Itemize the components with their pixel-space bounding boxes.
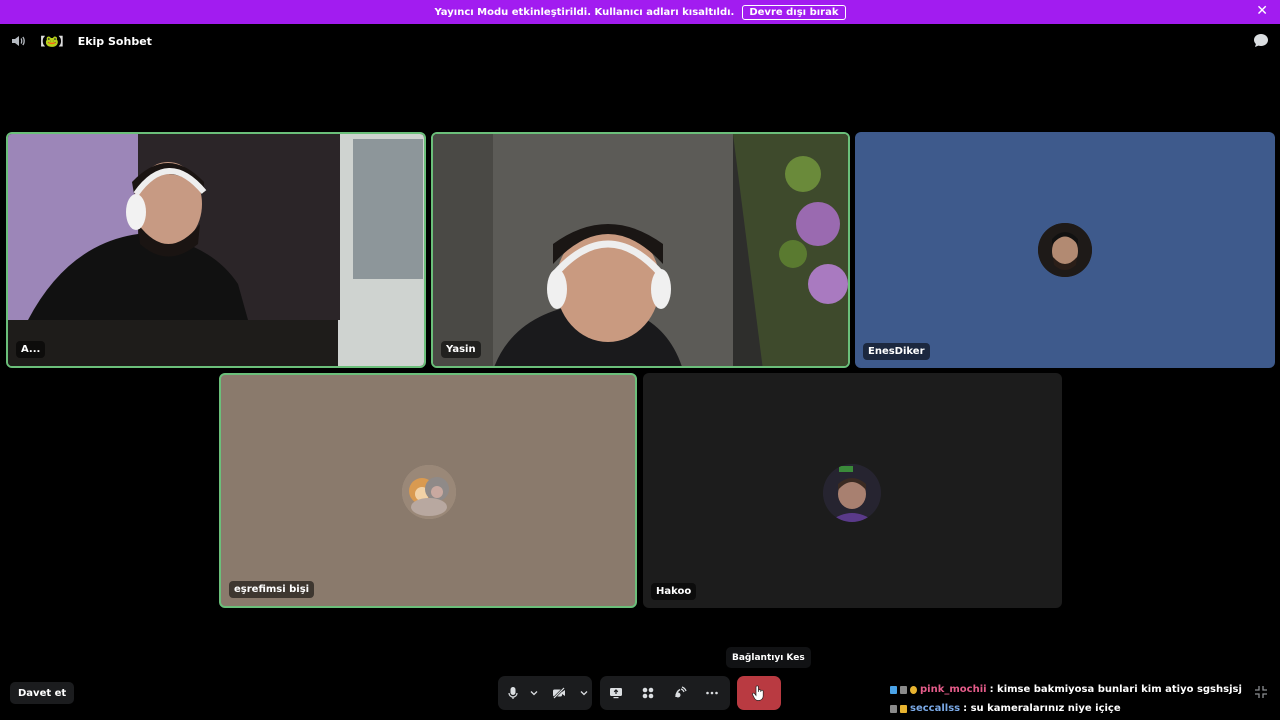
microphone-icon	[508, 687, 518, 699]
video-tile-a[interactable]: A...	[6, 132, 426, 368]
participant-name-tag: Yasin	[441, 341, 481, 358]
participant-avatar	[823, 464, 881, 522]
microphone-button[interactable]	[498, 676, 528, 710]
chevron-down-icon	[580, 691, 588, 696]
role-badge-icon	[910, 685, 917, 694]
action-controls	[600, 676, 730, 710]
participant-avatar	[402, 465, 456, 519]
more-options-button[interactable]	[696, 676, 728, 710]
chat-message-text: : su kameralarınız niye içiçe	[963, 703, 1121, 714]
participant-name-tag: EnesDiker	[863, 343, 930, 360]
banner-message: Yayıncı Modu etkinleştirildi. Kullanıcı …	[434, 6, 735, 18]
screen-share-button[interactable]	[600, 676, 632, 710]
disconnect-button[interactable]	[737, 676, 781, 710]
audio-video-controls	[498, 676, 592, 710]
soundboard-icon	[675, 686, 687, 698]
participant-name-tag: Hakoo	[651, 583, 697, 600]
channel-prefix: 【🐸】	[34, 35, 70, 48]
role-badge-icon	[890, 704, 897, 713]
streamer-mode-banner: Yayıncı Modu etkinleştirildi. Kullanıcı …	[0, 0, 1280, 24]
invite-button[interactable]: Davet et	[10, 682, 75, 704]
more-icon	[706, 691, 718, 695]
disconnect-tooltip: Bağlantıyı Kes	[726, 647, 811, 668]
participant-name-tag: eşrefimsi bişi	[229, 581, 315, 598]
chat-message: seccallss : su kameralarınız niye içiçe	[890, 703, 1121, 714]
activities-button[interactable]	[632, 676, 664, 710]
channel-header: 【🐸】 Ekip Sohbet	[10, 32, 152, 50]
chat-username[interactable]: pink_mochii	[920, 684, 987, 695]
camera-off-icon	[553, 687, 565, 699]
exit-fullscreen-icon[interactable]	[1254, 685, 1268, 699]
chat-username[interactable]: seccallss	[910, 703, 960, 714]
camera-options-button[interactable]	[578, 676, 590, 710]
video-tile-enesdiker[interactable]: EnesDiker	[855, 132, 1275, 368]
close-banner-icon[interactable]: ✕	[1256, 4, 1268, 18]
camera-button[interactable]	[540, 676, 578, 710]
disable-streamer-mode-button[interactable]: Devre dışı bırak	[742, 4, 846, 20]
soundboard-button[interactable]	[664, 676, 696, 710]
participant-avatar	[1038, 223, 1092, 277]
hand-cursor-icon	[752, 685, 764, 701]
role-badge-icon	[900, 685, 907, 694]
video-tile-esrefimsi[interactable]: eşrefimsi bişi	[219, 373, 637, 608]
chevron-down-icon	[530, 691, 538, 696]
participant-name-tag: A...	[16, 341, 46, 358]
voice-speaker-icon[interactable]	[10, 33, 26, 49]
camera-feed-a	[8, 134, 424, 366]
camera-feed-yasin	[433, 134, 848, 366]
role-badge-icon	[900, 704, 907, 713]
microphone-options-button[interactable]	[528, 676, 540, 710]
chat-message: pink_mochii : kimse bakmiyosa bunlari ki…	[890, 684, 1242, 695]
video-tile-hakoo[interactable]: Hakoo	[643, 373, 1062, 608]
video-tile-yasin[interactable]: Yasin	[431, 132, 850, 368]
channel-name: Ekip Sohbet	[77, 34, 152, 48]
activities-icon	[642, 687, 654, 699]
chat-message-text: : kimse bakmiyosa bunlari kim atiyo sgsh…	[989, 684, 1242, 695]
role-badge-icon	[890, 685, 897, 694]
chat-bubble-icon[interactable]	[1252, 32, 1270, 50]
screen-share-icon	[610, 688, 622, 699]
